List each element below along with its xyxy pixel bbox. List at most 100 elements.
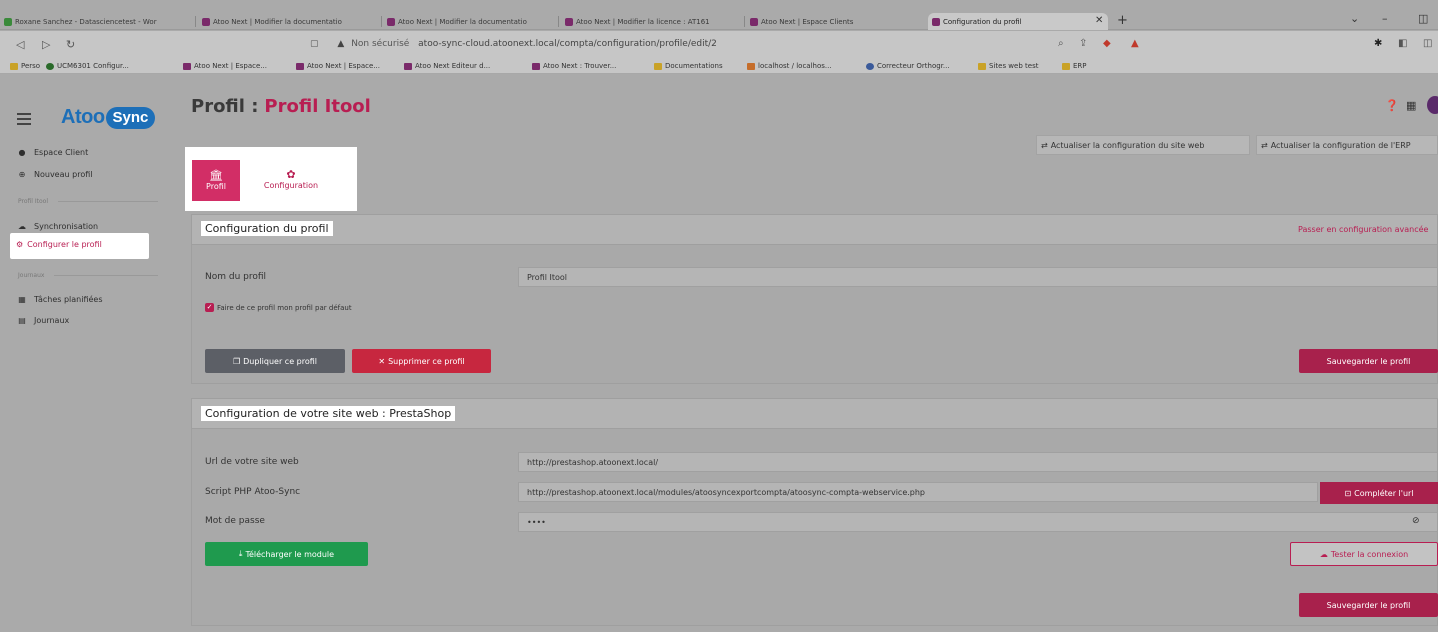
browser-tab[interactable]: Atoo Next | Espace Clients xyxy=(746,13,926,30)
default-profile-checkbox[interactable]: ✓ Faire de ce profil mon profil par défau… xyxy=(205,303,352,312)
menu-icon[interactable]: ◫ xyxy=(1423,38,1432,49)
warning-icon: ▲ xyxy=(337,39,345,49)
atoo-icon xyxy=(296,62,304,70)
restore-icon[interactable]: ◫ xyxy=(1418,12,1428,25)
url-text[interactable]: atoo-sync-cloud.atoonext.local/compta/co… xyxy=(418,39,717,49)
tab-favicon-icon xyxy=(932,17,940,26)
password-label: Mot de passe xyxy=(205,516,265,526)
help-icon[interactable]: ❓ xyxy=(1385,99,1399,112)
bookmark-item[interactable]: UCM6301 Configur... xyxy=(46,62,129,70)
minimize-icon[interactable]: – xyxy=(1382,12,1388,25)
complete-url-button[interactable]: ⊡ Compléter l'url xyxy=(1320,482,1438,504)
bookmark-item[interactable]: Atoo Next | Espace... xyxy=(183,62,267,70)
checkmark-icon: ✓ xyxy=(205,303,214,312)
bookmark-item[interactable]: ERP xyxy=(1062,62,1087,70)
tab-favicon-icon xyxy=(387,17,395,26)
save-profile-button[interactable]: Sauvegarder le profil xyxy=(1299,349,1438,373)
browser-tab[interactable]: Atoo Next | Modifier la documentatio xyxy=(383,13,559,30)
tab-label: Atoo Next | Modifier la licence : AT161 xyxy=(576,17,710,26)
download-icon: ⤓ xyxy=(238,549,243,558)
tab-favicon-icon xyxy=(4,17,12,26)
advanced-config-link[interactable]: Passer en configuration avancée xyxy=(1298,225,1428,234)
tab-favicon-icon xyxy=(202,17,210,26)
chevron-down-icon[interactable]: ⌄ xyxy=(1350,12,1359,25)
duplicate-profile-button[interactable]: ❐ Dupliquer ce profil xyxy=(205,349,345,373)
tab-favicon-icon xyxy=(750,17,758,26)
avatar[interactable] xyxy=(1427,96,1438,114)
cloud-icon: ☁ xyxy=(18,222,26,231)
script-php-label: Script PHP Atoo-Sync xyxy=(205,487,301,497)
tab-label: Atoo Next | Modifier la documentatio xyxy=(213,17,342,26)
globe-icon xyxy=(46,62,54,70)
browser-tab-bar: Roxane Sanchez - Datasciencetest - Wor A… xyxy=(0,0,1438,30)
sidebar-item-espace-client[interactable]: ● Espace Client xyxy=(18,148,89,157)
bookmark-item[interactable]: Atoo Next | Espace... xyxy=(296,62,380,70)
sidebar-item-nouveau-profil[interactable]: ⊕ Nouveau profil xyxy=(18,170,93,179)
save-site-button[interactable]: Sauvegarder le profil xyxy=(1299,593,1438,617)
share-icon[interactable]: ⇪ xyxy=(1079,38,1087,49)
sidebar-item-journaux[interactable]: ▤ Journaux xyxy=(18,316,69,325)
app-header: Atoo Sync Profil : Profil Itool xyxy=(0,75,1438,135)
site-url-label: Url de votre site web xyxy=(205,457,299,467)
close-icon: ✕ xyxy=(378,356,386,366)
refresh-icon: ⇄ xyxy=(1041,140,1048,150)
forward-icon[interactable]: ▷ xyxy=(42,38,50,51)
tab-favicon-icon xyxy=(565,17,573,26)
gear-icon: ✿ xyxy=(286,168,296,181)
site-url-field[interactable]: http://prestashop.atoonext.local/ xyxy=(518,452,1438,472)
logo: Atoo Sync xyxy=(61,106,156,129)
bookmark-item[interactable]: Atoo Next Editeur d... xyxy=(404,62,490,70)
card-header xyxy=(192,215,1437,245)
zoom-icon[interactable]: ⌕ xyxy=(1058,38,1064,49)
tab-label: Atoo Next | Modifier la documentatio xyxy=(398,17,527,26)
url-field[interactable]: ▢ ▲ Non sécurisé atoo-sync-cloud.atoonex… xyxy=(310,39,717,49)
security-status: Non sécurisé xyxy=(351,39,410,49)
eye-slash-icon[interactable]: ⊘ xyxy=(1412,516,1420,526)
password-field[interactable]: •••• xyxy=(518,512,1438,532)
sidebar-item-taches[interactable]: ▦ Tâches planifiées xyxy=(18,295,102,304)
bookmark-item[interactable]: localhost / localhos... xyxy=(747,62,832,70)
script-php-field[interactable]: http://prestashop.atoonext.local/modules… xyxy=(518,482,1318,502)
reload-icon[interactable]: ↻ xyxy=(66,38,75,51)
bookmark-item[interactable]: Perso xyxy=(10,62,40,70)
hamburger-icon[interactable] xyxy=(17,113,31,128)
apps-grid-icon[interactable]: ▦ xyxy=(1406,99,1416,112)
refresh-site-config-button[interactable]: ⇄ Actualiser la configuration du site web xyxy=(1036,135,1250,155)
browser-tab-active[interactable]: Configuration du profil xyxy=(928,13,1108,30)
bookmark-item[interactable]: Correcteur Orthogr... xyxy=(866,62,950,70)
extensions-icon[interactable]: ✱ xyxy=(1374,38,1382,49)
globe-icon xyxy=(866,62,874,70)
sidebar-item-synchronisation[interactable]: ☁ Synchronisation xyxy=(18,222,98,231)
bookmark-page-icon[interactable]: ▢ xyxy=(310,39,319,49)
tab-configuration[interactable]: ✿ Configuration xyxy=(251,160,331,201)
bookmark-item[interactable]: Atoo Next : Trouver... xyxy=(532,62,616,70)
sidebar-item-configurer[interactable]: ⚙ Configurer le profil xyxy=(16,240,102,249)
browser-tab[interactable]: Atoo Next | Modifier la licence : AT161 xyxy=(561,13,745,30)
refresh-erp-config-button[interactable]: ⇄ Actualiser la configuration de l'ERP xyxy=(1256,135,1438,155)
tab-profil[interactable]: 🏛 Profil xyxy=(192,160,240,201)
rewards-icon[interactable]: ▲ xyxy=(1131,38,1139,49)
new-tab-icon[interactable]: + xyxy=(1117,13,1128,28)
test-connection-button[interactable]: ☁ Tester la connexion xyxy=(1290,542,1438,566)
brave-shield-icon[interactable]: ◆ xyxy=(1103,38,1111,49)
close-tab-icon[interactable]: ✕ xyxy=(1095,15,1103,26)
tab-label: Configuration du profil xyxy=(943,17,1022,26)
back-icon[interactable]: ◁ xyxy=(16,38,24,51)
phpmyadmin-icon xyxy=(747,62,755,70)
profile-card-title: Configuration du profil xyxy=(201,221,333,236)
address-bar: ◁ ▷ ↻ ▢ ▲ Non sécurisé atoo-sync-cloud.a… xyxy=(0,31,1438,59)
sidebar-toggle-icon[interactable]: ◧ xyxy=(1398,38,1407,49)
bookmark-item[interactable]: Sites web test xyxy=(978,62,1038,70)
download-module-button[interactable]: ⤓ Télécharger le module xyxy=(205,542,368,566)
log-icon: ▤ xyxy=(18,316,26,325)
site-card-title: Configuration de votre site web : Presta… xyxy=(201,406,456,421)
browser-tab[interactable]: Atoo Next | Modifier la documentatio xyxy=(198,13,382,30)
refresh-icon: ⇄ xyxy=(1261,140,1268,150)
bookmark-item[interactable]: Documentations xyxy=(654,62,723,70)
copy-icon: ❐ xyxy=(232,356,241,366)
profile-name-field[interactable]: Profil Itool xyxy=(518,267,1438,287)
cloud-icon: ☁ xyxy=(1319,549,1328,559)
delete-profile-button[interactable]: ✕ Supprimer ce profil xyxy=(352,349,491,373)
sidebar-section-profile: Profil Itool xyxy=(18,198,158,205)
browser-tab[interactable]: Roxane Sanchez - Datasciencetest - Wor xyxy=(0,13,196,30)
